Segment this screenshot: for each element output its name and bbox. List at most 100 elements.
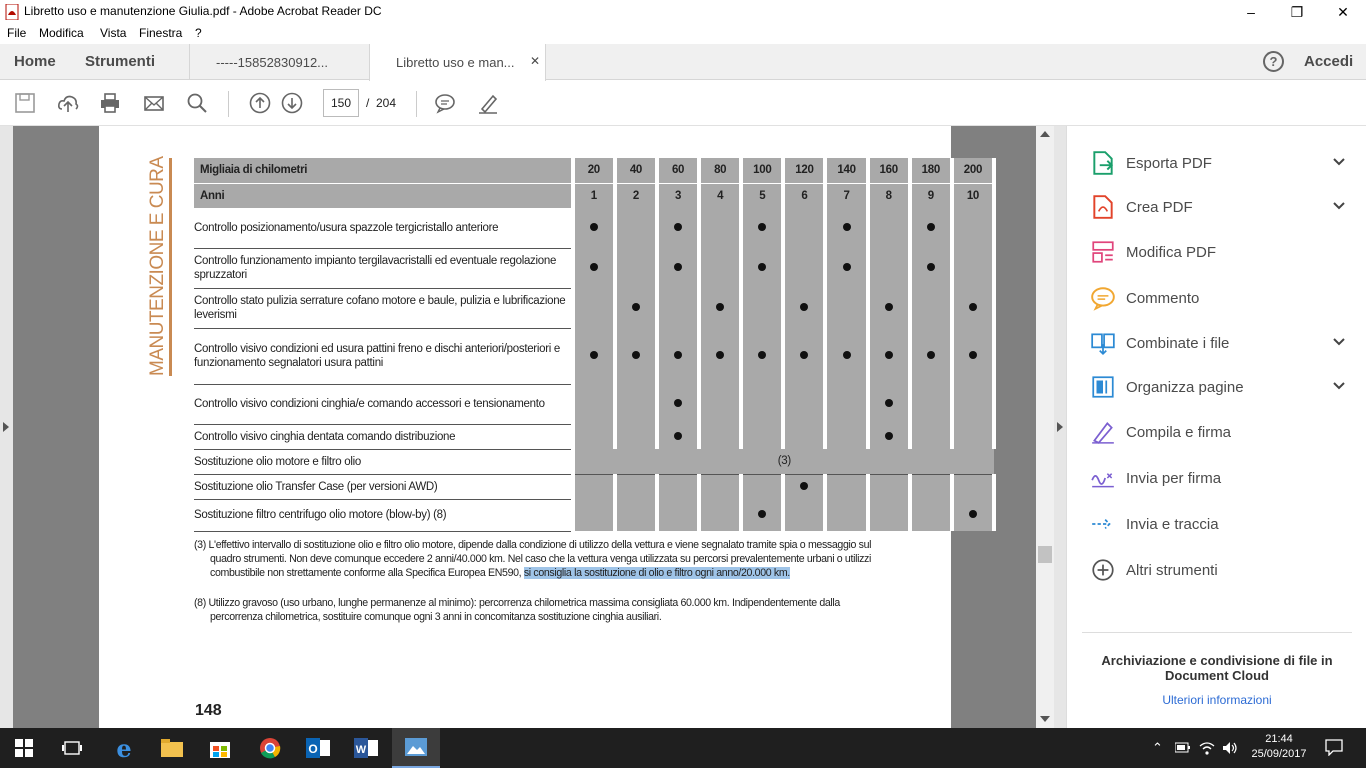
row-description: Controllo posizionamento/usura spazzole … — [194, 208, 573, 249]
tool-create-pdf[interactable]: Crea PDF — [1090, 192, 1350, 222]
organize-pages-icon — [1092, 376, 1114, 398]
help-icon[interactable]: ? — [1263, 51, 1284, 72]
volume-icon[interactable] — [1222, 740, 1238, 756]
taskbar-word[interactable]: W — [342, 728, 390, 768]
taskbar-explorer[interactable] — [148, 728, 196, 768]
previous-page-icon[interactable] — [249, 92, 271, 114]
header-year-cell: 4 — [697, 183, 744, 208]
scroll-thumb[interactable] — [1038, 546, 1052, 563]
interval-cell — [570, 499, 617, 531]
taskbar-edge[interactable]: e — [100, 728, 148, 768]
chevron-down-icon[interactable] — [1332, 335, 1346, 349]
interval-cell — [907, 474, 954, 499]
taskbar-photos[interactable] — [392, 728, 440, 768]
tool-export-pdf[interactable]: Esporta PDF — [1090, 148, 1350, 178]
header-km-cell: 80 — [697, 158, 744, 184]
tool-edit-pdf[interactable]: Modifica PDF — [1090, 237, 1350, 267]
close-button[interactable]: ✕ — [1320, 0, 1366, 24]
chevron-down-icon[interactable] — [1332, 155, 1346, 169]
interval-cell — [949, 474, 997, 499]
next-page-icon[interactable] — [281, 92, 303, 114]
interval-cell — [697, 499, 744, 531]
tool-comment[interactable]: Commento — [1090, 283, 1350, 313]
menu-help[interactable]: ? — [195, 26, 202, 40]
create-pdf-icon — [1093, 195, 1113, 219]
more-info-link[interactable]: Ulteriori informazioni — [1092, 693, 1342, 707]
menu-vista[interactable]: Vista — [100, 26, 126, 40]
scroll-up-icon[interactable] — [1040, 131, 1050, 137]
interval-cell — [865, 424, 912, 449]
service-dot — [968, 510, 977, 518]
interval-cell — [570, 424, 617, 449]
interval-cell — [949, 499, 997, 531]
close-tab-icon[interactable]: ✕ — [530, 54, 540, 68]
interval-cell — [949, 288, 997, 328]
clock-time: 21:44 — [1265, 733, 1293, 745]
header-year-cell: 9 — [907, 183, 954, 208]
battery-icon[interactable] — [1175, 742, 1191, 754]
print-icon[interactable] — [99, 92, 121, 114]
sign-in-button[interactable]: Accedi — [1304, 53, 1353, 70]
interval-cell — [612, 384, 659, 424]
toolbar: 150 / 204 — [0, 81, 1366, 126]
service-dot — [589, 223, 598, 231]
outlook-icon: O — [306, 738, 330, 758]
tool-send-track[interactable]: Invia e traccia — [1090, 509, 1350, 539]
header-km-cell: 60 — [654, 158, 702, 184]
tool-organize-pages[interactable]: Organizza pagine — [1090, 372, 1350, 402]
comment-bubble-icon[interactable] — [434, 92, 456, 114]
taskbar-store[interactable] — [196, 728, 244, 768]
tool-fill-sign[interactable]: Compila e firma — [1090, 417, 1350, 447]
service-dot — [716, 351, 725, 359]
document-tab-2[interactable]: Libretto uso e man... ✕ — [369, 44, 546, 81]
menu-modifica[interactable]: Modifica — [39, 26, 84, 40]
vertical-scrollbar[interactable] — [1036, 126, 1054, 728]
restore-button[interactable]: ❐ — [1274, 0, 1320, 24]
taskbar-chrome[interactable] — [246, 728, 294, 768]
interval-cell — [865, 248, 912, 288]
tool-label: Altri strumenti — [1126, 561, 1218, 579]
clock[interactable]: 21:44 25/09/2017 — [1246, 732, 1312, 762]
menu-file[interactable]: File — [7, 26, 26, 40]
right-panel-toggle[interactable] — [1054, 126, 1066, 728]
left-panel-toggle[interactable] — [0, 126, 13, 728]
interval-cell — [697, 208, 744, 248]
row-description: Controllo visivo condizioni cinghia/e co… — [194, 384, 573, 425]
upload-cloud-icon[interactable] — [57, 92, 79, 114]
toolbar-divider — [228, 91, 229, 117]
tab-home[interactable]: Home — [14, 53, 56, 70]
interval-cell — [949, 328, 997, 384]
highlight-pen-icon[interactable] — [477, 92, 499, 114]
task-view-button[interactable] — [48, 728, 96, 768]
header-year-cell: 7 — [823, 183, 870, 208]
wifi-icon[interactable] — [1199, 740, 1215, 756]
service-dot — [800, 351, 809, 359]
search-icon[interactable] — [186, 92, 208, 114]
start-button[interactable] — [0, 728, 48, 768]
interval-cell — [949, 208, 997, 248]
menu-finestra[interactable]: Finestra — [139, 26, 182, 40]
minimize-button[interactable]: – — [1228, 0, 1274, 24]
interval-cell — [654, 328, 702, 384]
interval-cell — [612, 288, 659, 328]
interval-cell — [865, 208, 912, 248]
tool-combine-files[interactable]: Combinate i file — [1090, 328, 1350, 358]
document-tab-1[interactable]: -----15852830912... — [189, 44, 369, 80]
chevron-down-icon[interactable] — [1332, 199, 1346, 213]
tool-more-tools[interactable]: Altri strumenti — [1090, 555, 1350, 585]
email-icon[interactable] — [143, 92, 165, 114]
interval-cell — [739, 248, 786, 288]
tool-send-sign[interactable]: Invia per firma — [1090, 463, 1350, 493]
tray-chevron-icon[interactable]: ⌃ — [1152, 740, 1163, 756]
side-title: MANUTENZIONE E CURA — [147, 156, 168, 376]
side-title-rule — [169, 158, 172, 376]
chevron-down-icon[interactable] — [1332, 379, 1346, 393]
table-row: Controllo funzionamento impianto tergila… — [194, 248, 997, 289]
taskbar-outlook[interactable]: O — [294, 728, 342, 768]
notifications-icon[interactable] — [1325, 739, 1343, 756]
tab-tools[interactable]: Strumenti — [85, 53, 155, 70]
scroll-down-icon[interactable] — [1040, 716, 1050, 722]
page-number-input[interactable]: 150 — [323, 89, 359, 117]
save-icon[interactable] — [14, 92, 36, 114]
footnote-3-highlight[interactable]: si consiglia la sostituzione di olio e f… — [523, 567, 790, 579]
